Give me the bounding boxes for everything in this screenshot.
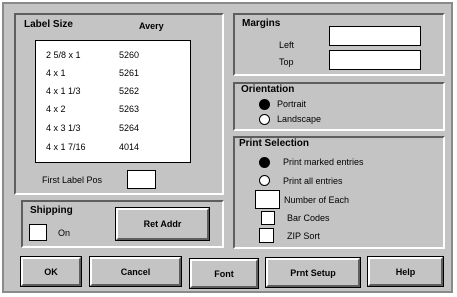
label-setup-dialog: Label Size Avery 2 5/8 x 1 5260 4 x 1 52… bbox=[2, 2, 453, 293]
list-item[interactable]: 2 5/8 x 1 5260 bbox=[46, 50, 196, 67]
orientation-title: Orientation bbox=[241, 84, 295, 95]
shipping-on-label: On bbox=[58, 228, 71, 238]
label-size-list[interactable]: 2 5/8 x 1 5260 4 x 1 5261 4 x 1 1/3 5262… bbox=[35, 40, 191, 163]
label-size-text: 2 5/8 x 1 bbox=[46, 50, 81, 60]
shipping-on-checkbox[interactable] bbox=[29, 224, 47, 241]
avery-code-text: 5264 bbox=[119, 123, 140, 133]
ret-addr-button[interactable]: Ret Addr bbox=[115, 207, 210, 241]
label-size-text: 4 x 2 bbox=[46, 104, 66, 114]
list-item[interactable]: 4 x 1 1/3 5262 bbox=[46, 86, 196, 103]
avery-code-text: 5261 bbox=[119, 68, 140, 78]
shipping-group: Shipping On Ret Addr bbox=[21, 200, 224, 248]
landscape-radio[interactable] bbox=[259, 114, 270, 125]
label-size-group: Label Size Avery 2 5/8 x 1 5260 4 x 1 52… bbox=[14, 13, 224, 195]
bar-codes-checkbox[interactable] bbox=[261, 211, 275, 225]
help-button[interactable]: Help bbox=[367, 256, 444, 287]
first-label-pos-label: First Label Pos bbox=[42, 175, 103, 185]
label-size-title: Label Size bbox=[24, 19, 73, 30]
portrait-label: Portrait bbox=[277, 99, 307, 109]
number-each-label: Number of Each bbox=[284, 195, 350, 205]
font-button[interactable]: Font bbox=[189, 258, 259, 289]
number-each-input[interactable] bbox=[255, 190, 280, 209]
avery-code-text: 5262 bbox=[119, 86, 140, 96]
margins-group: Margins Left Top bbox=[233, 13, 445, 76]
zip-sort-checkbox[interactable] bbox=[259, 228, 274, 243]
margin-left-label: Left bbox=[279, 40, 295, 50]
list-item[interactable]: 4 x 3 1/3 5264 bbox=[46, 123, 196, 140]
list-item[interactable]: 4 x 1 5261 bbox=[46, 68, 196, 85]
cancel-button[interactable]: Cancel bbox=[89, 256, 182, 287]
label-size-text: 4 x 1 bbox=[46, 68, 66, 78]
first-label-pos-input[interactable] bbox=[127, 170, 156, 189]
orientation-group: Orientation Portrait Landscape bbox=[233, 82, 445, 131]
print-selection-group: Print Selection Print marked entries Pri… bbox=[233, 136, 445, 249]
print-selection-title: Print Selection bbox=[239, 138, 310, 149]
avery-code-text: 5260 bbox=[119, 50, 140, 60]
bar-codes-label: Bar Codes bbox=[287, 213, 330, 223]
print-marked-label: Print marked entries bbox=[283, 157, 364, 167]
list-item[interactable]: 4 x 1 7/16 4014 bbox=[46, 142, 196, 159]
margins-title: Margins bbox=[242, 18, 281, 29]
label-size-text: 4 x 1 7/16 bbox=[46, 142, 86, 152]
avery-header: Avery bbox=[139, 21, 164, 31]
list-item[interactable]: 4 x 2 5263 bbox=[46, 104, 196, 121]
print-marked-radio[interactable] bbox=[259, 157, 270, 168]
zip-sort-label: ZIP Sort bbox=[287, 231, 320, 241]
landscape-label: Landscape bbox=[277, 114, 322, 124]
label-size-text: 4 x 1 1/3 bbox=[46, 86, 81, 96]
margin-top-label: Top bbox=[279, 57, 294, 67]
print-all-label: Print all entries bbox=[283, 176, 343, 186]
label-size-text: 4 x 3 1/3 bbox=[46, 123, 81, 133]
portrait-radio[interactable] bbox=[259, 99, 270, 110]
ok-button[interactable]: OK bbox=[20, 256, 82, 287]
print-setup-button[interactable]: Prnt Setup bbox=[265, 257, 361, 288]
print-all-radio[interactable] bbox=[259, 175, 270, 186]
shipping-title: Shipping bbox=[30, 205, 73, 216]
avery-code-text: 4014 bbox=[119, 142, 140, 152]
avery-code-text: 5263 bbox=[119, 104, 140, 114]
margin-left-input[interactable] bbox=[329, 26, 421, 46]
margin-top-input[interactable] bbox=[329, 50, 421, 70]
